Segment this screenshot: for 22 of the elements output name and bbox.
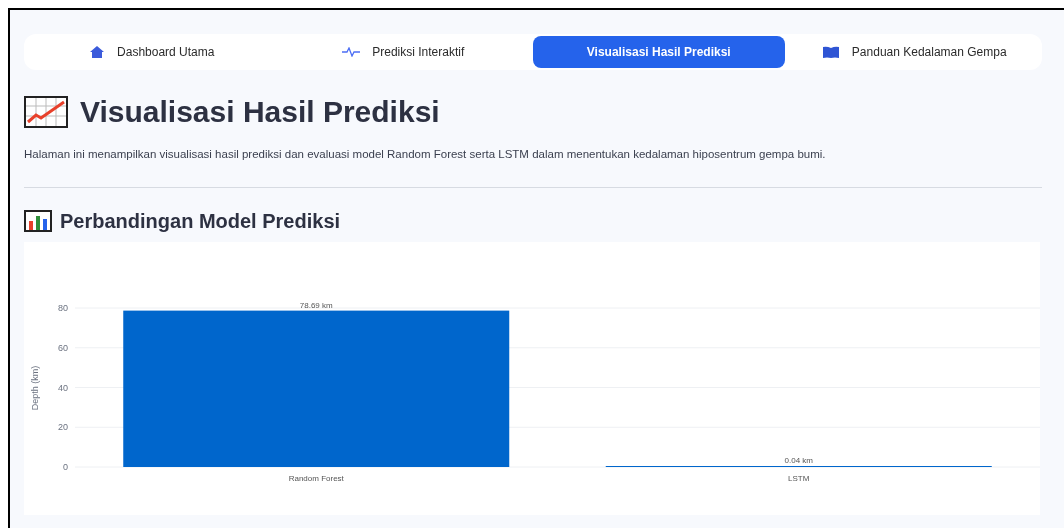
- nav-tab[interactable]: Prediksi Interaktif: [277, 36, 529, 68]
- house-icon: [89, 45, 106, 59]
- y-tick-label: 0: [63, 462, 68, 473]
- book-icon: [821, 45, 840, 59]
- page-title: Visualisasi Hasil Prediksi: [80, 97, 440, 127]
- line-chart-icon: [24, 96, 68, 128]
- nav-tab[interactable]: Dashboard Utama: [26, 36, 278, 68]
- y-axis-label: Depth (km): [30, 366, 40, 411]
- y-tick-label: 80: [58, 303, 68, 314]
- y-tick-label: 60: [58, 343, 68, 353]
- bar-chart-icon: [24, 210, 52, 233]
- section-title: Perbandingan Model Prediksi: [60, 211, 341, 232]
- nav-tab[interactable]: Visualisasi Hasil Prediksi: [533, 36, 785, 68]
- x-tick-label: Random Forest: [288, 474, 344, 484]
- bar-value-label: 78.69 km: [299, 300, 333, 310]
- bar-value-label: 0.04 km: [784, 456, 813, 466]
- y-tick-label: 20: [58, 422, 68, 433]
- x-tick-label: LSTM: [788, 474, 810, 484]
- page-description: Halaman ini menampilkan visualisasi hasil prediksi dan evaluasi model Random Forest serta LSTM dalam menentukan kedalaman hiposentrum gempa bumi.: [24, 147, 827, 162]
- nav-tab[interactable]: Panduan Kedalaman Gempa: [788, 36, 1040, 68]
- pulse-icon: [342, 47, 361, 57]
- y-tick-label: 40: [58, 382, 68, 393]
